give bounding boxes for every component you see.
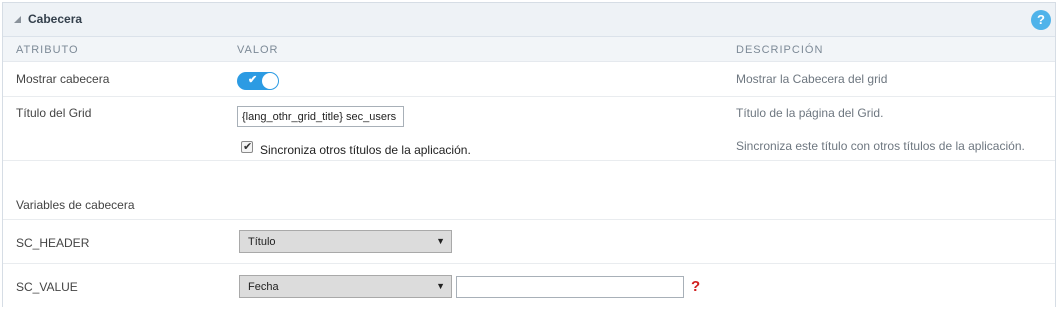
collapse-triangle-icon[interactable] [14,16,21,23]
grid-title-input[interactable] [237,106,404,127]
dropdown-arrow-icon: ▼ [436,236,445,246]
help-icon[interactable]: ? [1031,10,1051,30]
help-question-icon[interactable]: ? [691,278,700,295]
row-label: Título del Grid [16,106,92,120]
sync-titles-label[interactable]: Sincroniza otros títulos de la aplicació… [260,143,471,157]
select-value: Título [248,236,276,248]
panel-header[interactable]: Cabecera ? [3,3,1055,37]
row-description: Mostrar la Cabecera del grid [736,72,888,86]
panel-title: Cabecera [28,12,83,26]
select-value: Fecha [248,281,279,293]
header-settings-panel: Cabecera ? ATRIBUTO VALOR DESCRIPCIÓN Mo… [2,2,1056,307]
sc-header-select[interactable]: Título ▼ [239,230,452,253]
sc-value-input[interactable] [456,276,684,298]
show-header-toggle[interactable]: ✔ [237,72,279,90]
row-grid-title: Título del Grid Título de la página del … [3,97,1055,161]
sync-titles-checkbox[interactable]: ✔ [241,141,253,153]
row-sc-header: SC_HEADER [3,220,1055,264]
row-label: SC_VALUE [16,280,78,294]
column-header-row: ATRIBUTO VALOR DESCRIPCIÓN [3,37,1055,62]
row-label: SC_HEADER [16,236,90,250]
section-label: Variables de cabecera [16,198,135,212]
dropdown-arrow-icon: ▼ [436,281,445,291]
column-header-description: DESCRIPCIÓN [736,44,824,56]
check-icon: ✔ [243,141,253,153]
row-label: Mostrar cabecera [16,72,110,86]
column-header-value: VALOR [237,44,279,56]
row-show-header: Mostrar cabecera ✔ Mostrar la Cabecera d… [3,63,1055,97]
row-header-variables: Variables de cabecera [3,161,1055,220]
check-icon: ✔ [248,74,258,86]
column-header-attribute: ATRIBUTO [16,44,79,56]
row-description: Título de la página del Grid. [736,106,884,120]
toggle-knob [262,73,278,89]
sync-description: Sincroniza este título con otros títulos… [736,139,1025,153]
sc-value-select[interactable]: Fecha ▼ [239,275,452,298]
